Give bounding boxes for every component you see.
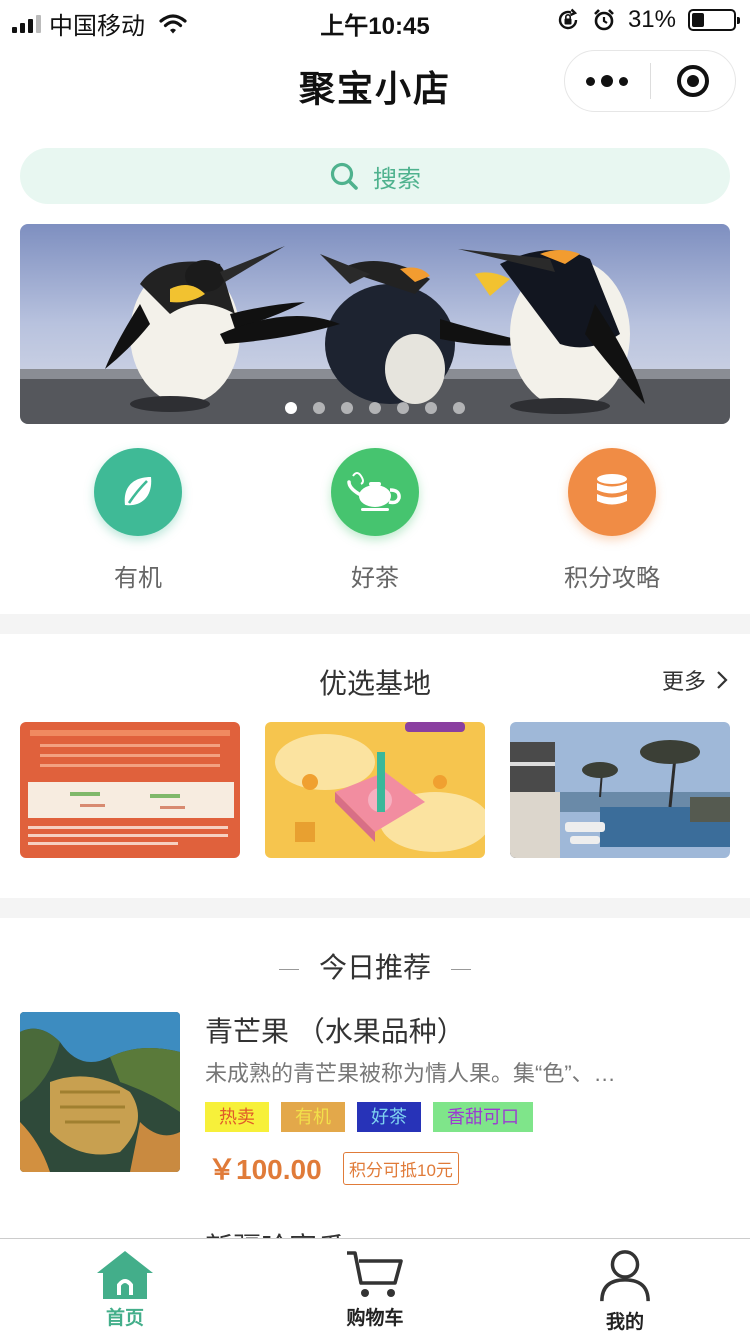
cart-icon [347,1251,403,1297]
tag-hot: 热卖 [205,1102,269,1132]
section-divider [0,614,750,634]
product-description: 未成熟的青芒果被称为情人果。集“色”、… [205,1061,616,1086]
category-label: 有机 [114,565,162,592]
category-circle [94,448,182,536]
product-photo [20,1012,180,1172]
tab-label: 购物车 [346,1308,404,1329]
search-bar[interactable]: 搜索 [20,148,730,204]
product-price: ￥100.00 [208,1154,322,1185]
product-image[interactable] [20,1012,180,1172]
tag-sweet: 香甜可口 [433,1102,533,1132]
tab-bar: 首页 购物车 我的 [0,1238,750,1334]
carousel-dot[interactable] [425,402,437,414]
category-tea[interactable]: 好茶 [295,448,455,593]
base-image [20,722,240,858]
wifi-icon [159,13,187,33]
close-program-button[interactable] [651,63,736,99]
banner-carousel[interactable] [20,224,730,424]
category-label: 好茶 [351,565,399,592]
alarm-icon [594,9,614,31]
points-badge: 积分可抵10元 [343,1152,459,1185]
carousel-dot[interactable] [341,402,353,414]
search-placeholder: 搜索 [373,165,421,193]
carousel-dot[interactable] [453,402,465,414]
signal-icon [12,14,41,33]
base-card[interactable] [510,722,730,858]
carrier-label: 中国移动 [49,13,145,40]
product-name[interactable]: 青芒果 （水果品种） [205,1010,465,1050]
tab-cart[interactable]: 购物车 [250,1239,500,1334]
recommend-title-text: 今日推荐 [318,952,431,983]
more-menu-button[interactable] [565,75,650,87]
battery-icon [688,9,740,31]
status-right: 31% [556,6,740,34]
home-icon [97,1251,153,1299]
banner-image [20,224,730,424]
carousel-dot[interactable] [313,402,325,414]
section-divider [0,898,750,918]
rotation-lock-icon [558,8,578,30]
search-icon [330,162,358,190]
leaf-icon [124,477,152,506]
title-dash-right [451,969,471,971]
mini-program-capsule [564,50,736,112]
tab-label: 首页 [105,1308,144,1329]
category-circle [568,448,656,536]
base-image [510,722,730,858]
chevron-right-icon [717,671,728,689]
tab-label: 我的 [605,1312,644,1333]
more-label: 更多 [661,669,706,694]
target-icon [676,65,709,97]
category-label: 积分攻略 [564,565,660,592]
base-image [265,722,485,858]
more-link[interactable]: 更多 [662,664,728,696]
recommend-section-title: 今日推荐 [0,946,750,986]
battery-percent: 31% [627,6,676,33]
carousel-indicators[interactable] [20,402,730,414]
user-icon [600,1250,650,1302]
status-left: 中国移动 [12,6,187,41]
status-bar: 中国移动 上午10:45 31% [0,0,750,40]
carousel-dot[interactable] [285,402,297,414]
base-card[interactable] [265,722,485,858]
category-circle [331,448,419,536]
tag-organic: 有机 [281,1102,345,1132]
base-card[interactable] [20,722,240,858]
teapot-icon [347,472,401,511]
category-points-guide[interactable]: 积分攻略 [532,448,692,593]
database-icon [597,474,627,505]
title-dash-left [278,969,299,971]
carousel-dot[interactable] [369,402,381,414]
base-section-title: 优选基地 [318,668,431,699]
category-organic[interactable]: 有机 [58,448,218,593]
tag-tea: 好茶 [357,1102,421,1132]
carousel-dot[interactable] [397,402,409,414]
product-tags: 热卖 有机 好茶 香甜可口 [205,1102,533,1132]
tab-home[interactable]: 首页 [0,1239,250,1334]
tab-mine[interactable]: 我的 [500,1239,750,1334]
battery-fill [692,13,705,27]
